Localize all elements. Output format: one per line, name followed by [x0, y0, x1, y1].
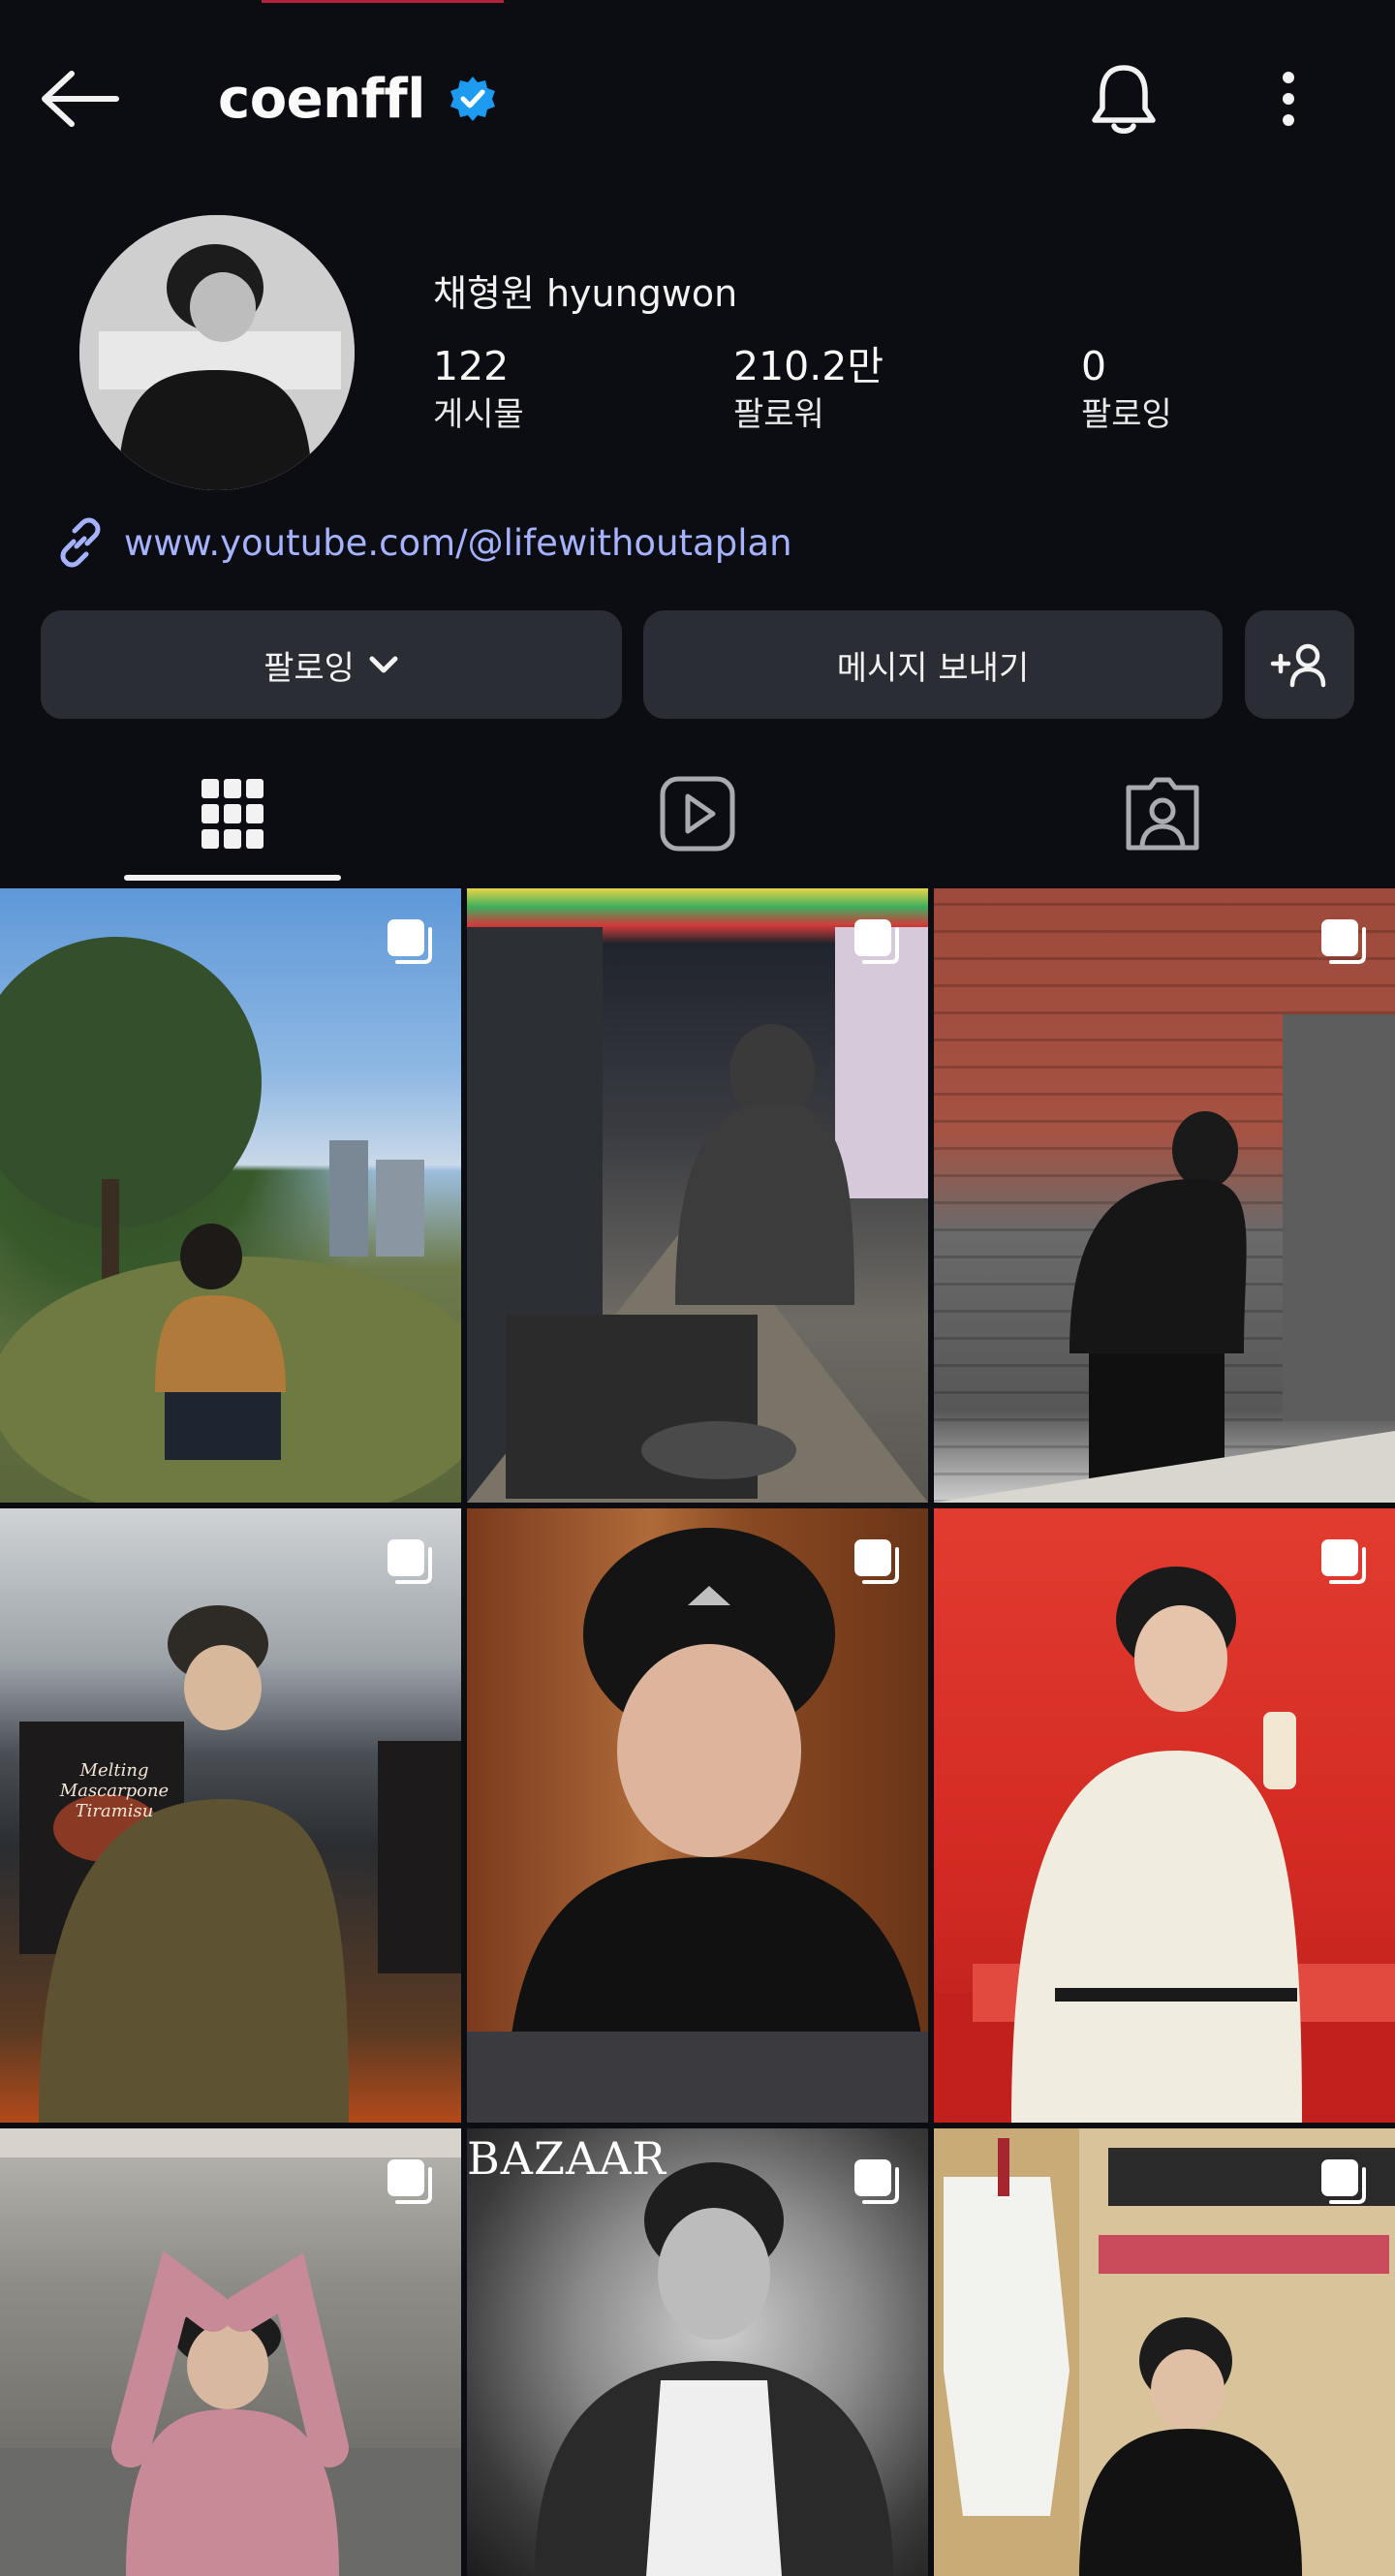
posts-count-label: 게시물 [433, 395, 524, 434]
post-tile[interactable] [934, 888, 1395, 1503]
multiple-photos-icon [1321, 919, 1366, 964]
multiple-photos-icon [854, 2159, 899, 2204]
avatar-photo [79, 215, 355, 490]
profile-link[interactable]: www.youtube.com/@lifewithoutaplan [54, 513, 792, 572]
post-tile[interactable] [0, 2128, 461, 2576]
post-tile[interactable] [467, 888, 928, 1503]
post-photo [934, 1014, 1395, 1503]
tab-tagged[interactable] [1056, 746, 1269, 882]
following-button[interactable]: 팔로잉 [41, 610, 622, 719]
profile-tabs [0, 746, 1395, 882]
post-photo [934, 1567, 1395, 2123]
message-button-label: 메시지 보내기 [836, 648, 1030, 688]
following-count-value: 0 [1081, 343, 1107, 389]
post-photo [467, 927, 928, 1503]
link-icon [60, 517, 101, 568]
multiple-photos-icon [388, 2159, 432, 2204]
post-tile[interactable] [0, 888, 461, 1503]
multiple-photos-icon [1321, 1539, 1366, 1584]
profile-header: coenffl [0, 0, 1395, 194]
profile-avatar[interactable] [79, 215, 355, 490]
back-button[interactable] [39, 60, 126, 138]
username: coenffl [218, 67, 425, 131]
notifications-button[interactable] [1085, 60, 1162, 138]
username-title: coenffl [218, 60, 497, 138]
tab-posts-grid[interactable] [124, 746, 341, 882]
bell-icon [1092, 65, 1156, 134]
profile-link-text[interactable]: www.youtube.com/@lifewithoutaplan [124, 522, 792, 564]
post-tile[interactable]: Melting Mascarpone Tiramisu [0, 1508, 461, 2123]
post-photo [0, 937, 461, 1503]
message-button[interactable]: 메시지 보내기 [643, 610, 1223, 719]
followers-count[interactable]: 210.2만 팔로워 [733, 341, 884, 438]
post-tile[interactable]: BAZAAR [467, 2128, 928, 2576]
post-caption: BAZAAR [467, 2132, 667, 2185]
posts-count[interactable]: 122 게시물 [433, 341, 524, 438]
following-count[interactable]: 0 팔로잉 [1081, 341, 1172, 438]
following-count-label: 팔로잉 [1081, 395, 1172, 434]
following-button-label: 팔로잉 [264, 648, 355, 688]
tagged-person-icon [1126, 777, 1199, 851]
more-vertical-icon [1283, 72, 1294, 126]
post-caption: Melting Mascarpone Tiramisu [59, 1760, 170, 1821]
back-arrow-icon [42, 71, 119, 127]
multiple-photos-icon [1321, 2159, 1366, 2204]
followers-count-value: 210.2만 [733, 343, 884, 389]
multiple-photos-icon [854, 1539, 899, 1584]
multiple-photos-icon [388, 1539, 432, 1584]
multiple-photos-icon [854, 919, 899, 964]
posts-count-value: 122 [433, 343, 510, 389]
post-tile[interactable] [934, 1508, 1395, 2123]
post-photo [467, 1528, 928, 2123]
multiple-photos-icon [388, 919, 432, 964]
reels-play-icon [660, 776, 735, 852]
profile-display-name: 채형원 hyungwon [433, 272, 738, 315]
more-options-button[interactable] [1259, 60, 1318, 138]
tab-reels[interactable] [591, 746, 804, 882]
suggested-people-button[interactable] [1245, 610, 1354, 719]
followers-count-label: 팔로워 [733, 395, 824, 434]
verified-badge-icon [449, 75, 497, 123]
chevron-down-icon [369, 656, 398, 673]
add-user-icon [1270, 643, 1325, 688]
grid-icon [202, 779, 264, 849]
post-tile[interactable] [934, 2128, 1395, 2576]
active-tab-indicator [124, 875, 341, 881]
post-tile[interactable] [467, 1508, 928, 2123]
